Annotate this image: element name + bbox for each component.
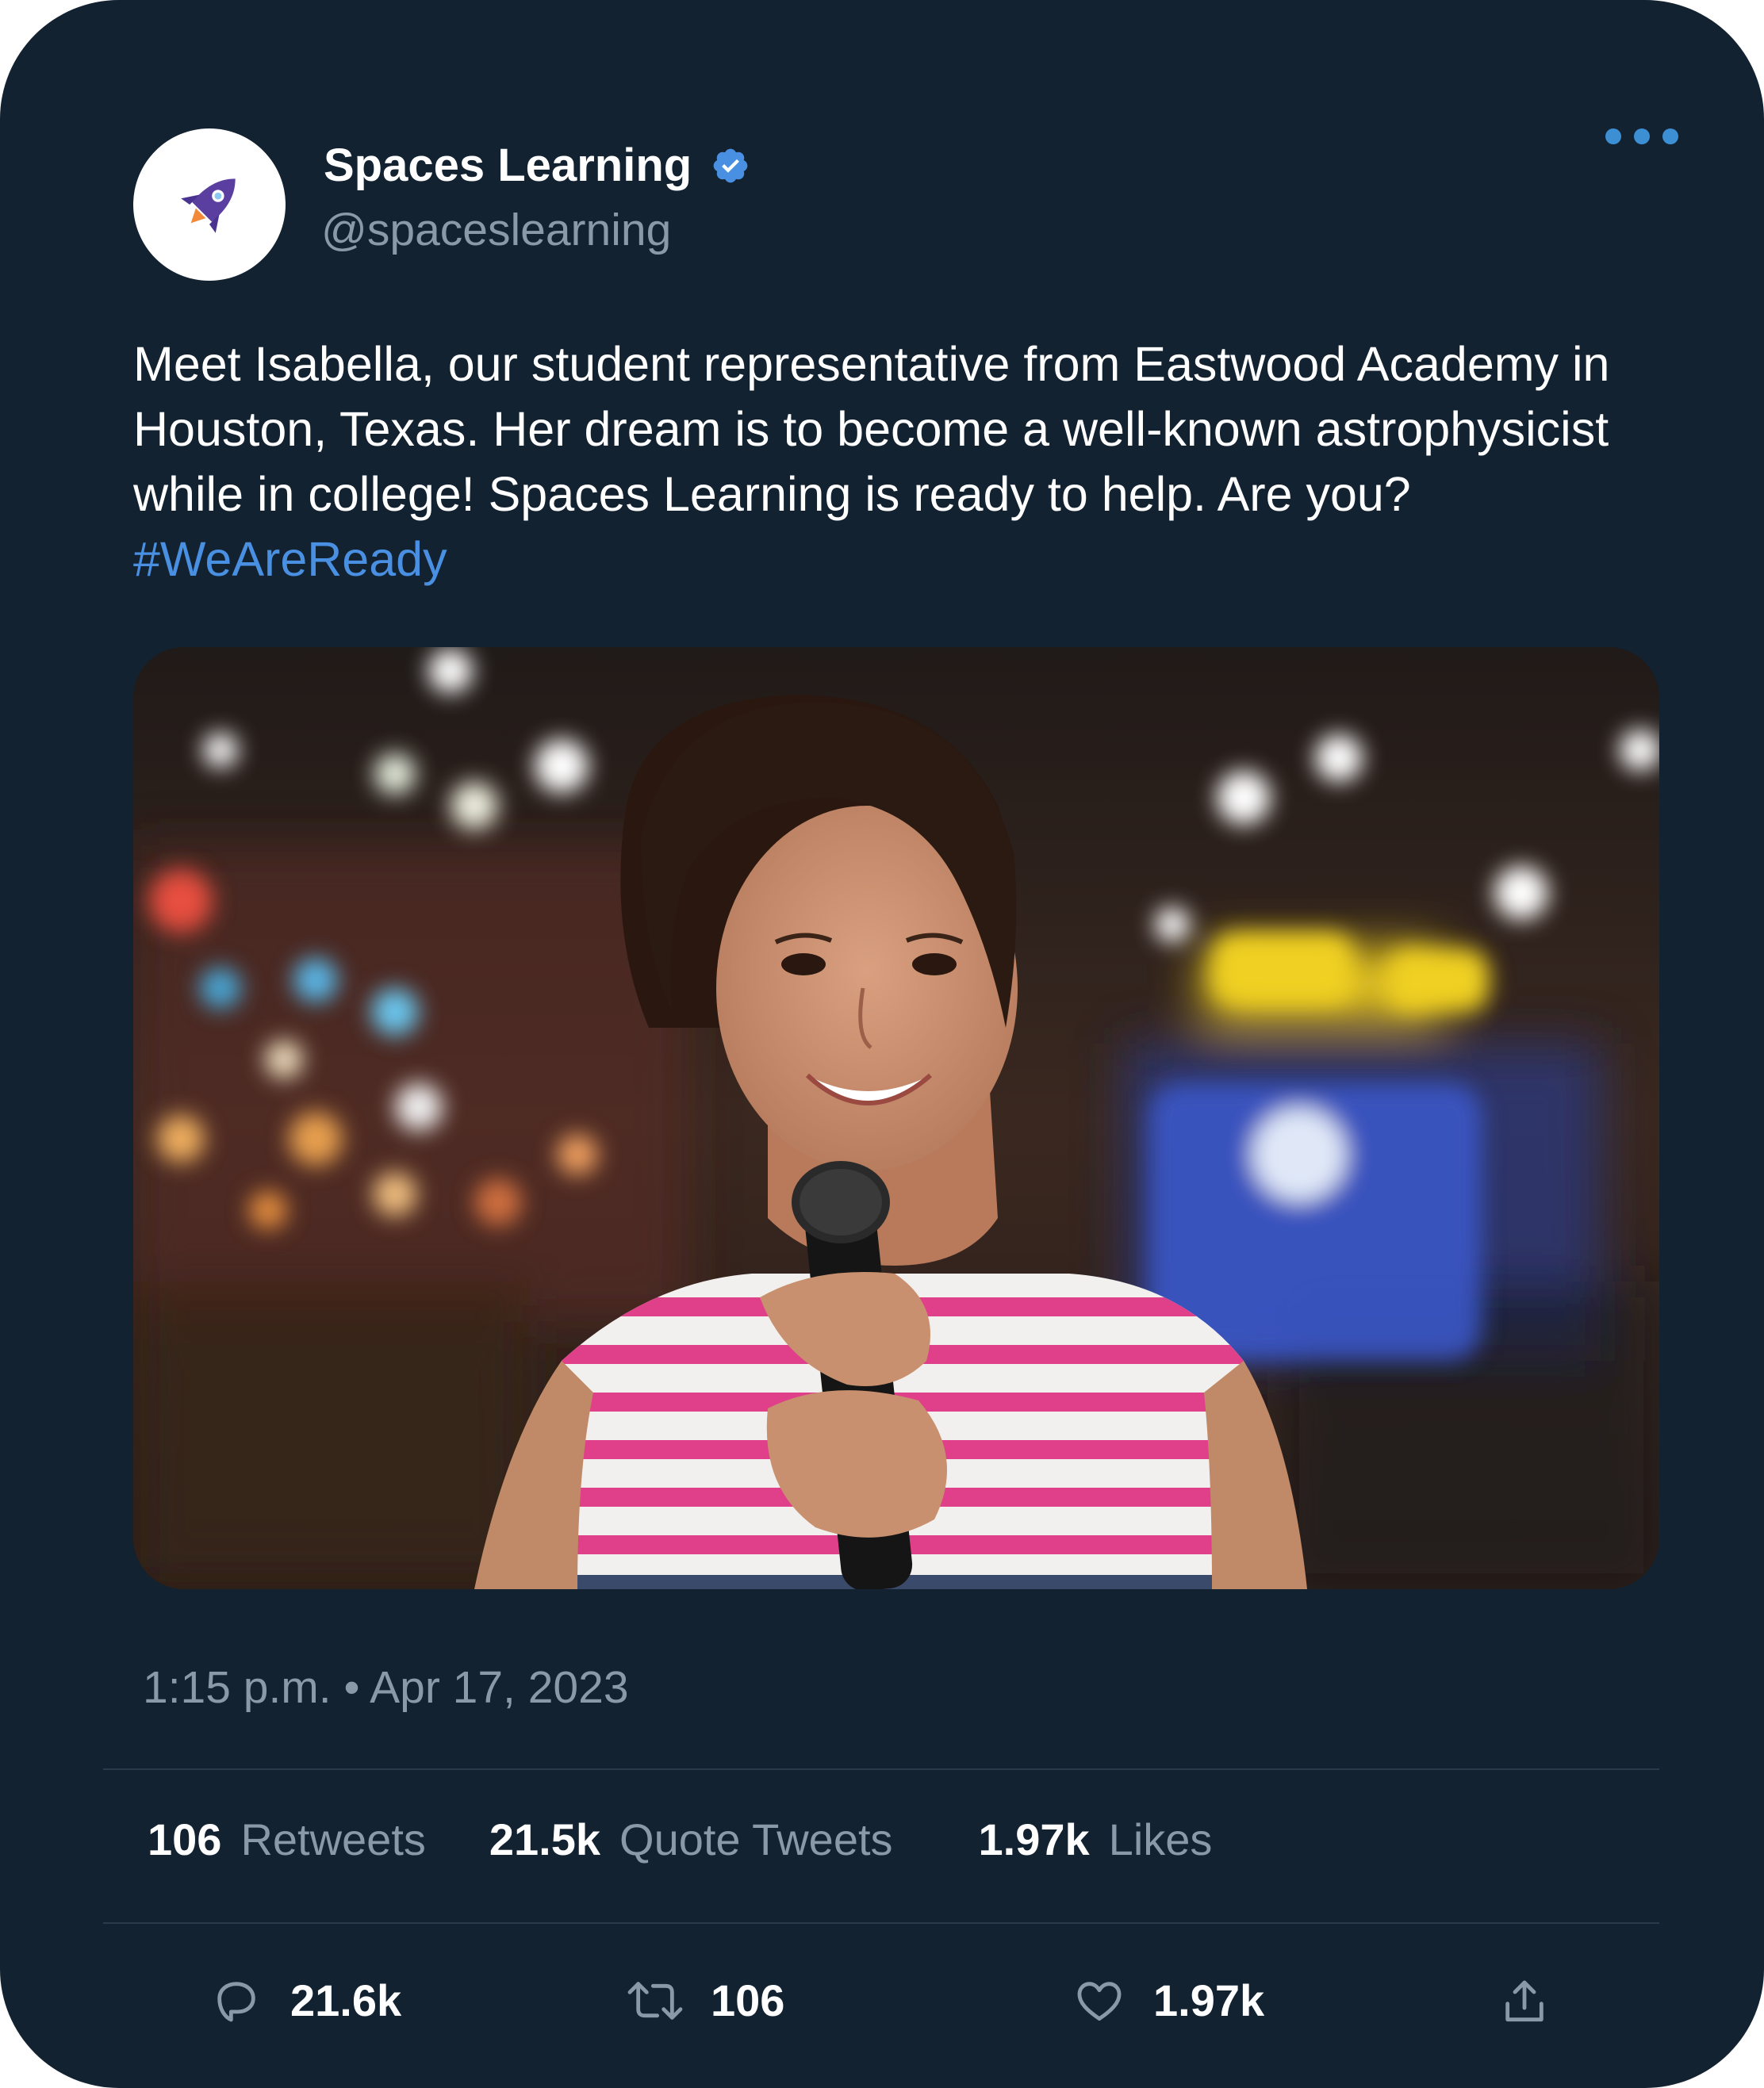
tweet-timestamp[interactable]: 1:15 p.m. • Apr 17, 2023 — [143, 1665, 629, 1711]
retweet-count: 106 — [711, 1975, 785, 2025]
author-display-name[interactable]: Spaces Learning — [324, 143, 692, 189]
author-handle[interactable]: @spaceslearning — [321, 208, 671, 253]
quote-tweets-label: Quote Tweets — [619, 1814, 893, 1864]
retweets-label: Retweets — [240, 1814, 426, 1864]
reply-button[interactable]: 21.6k — [211, 1975, 401, 2026]
retweets-stat[interactable]: 106 Retweets — [148, 1818, 426, 1862]
verified-badge-icon — [713, 148, 748, 183]
like-count: 1.97k — [1153, 1975, 1265, 2025]
tweet-body: Meet Isabella, our student representativ… — [133, 337, 1610, 521]
more-options-icon[interactable] — [1605, 124, 1678, 149]
quote-tweets-count: 21.5k — [489, 1814, 601, 1864]
share-icon — [1505, 1980, 1544, 2022]
likes-label: Likes — [1108, 1814, 1213, 1864]
quote-tweets-stat[interactable]: 21.5k Quote Tweets — [489, 1818, 893, 1862]
tweet-card: Spaces Learning @spaceslearning Meet Isa… — [0, 0, 1764, 2088]
share-button[interactable] — [1499, 1975, 1550, 2029]
reply-icon — [217, 1981, 255, 2021]
tweet-media-photo[interactable] — [133, 647, 1659, 1589]
retweets-count: 106 — [148, 1814, 222, 1864]
likes-stat[interactable]: 1.97k Likes — [979, 1818, 1213, 1862]
avatar[interactable] — [133, 128, 286, 281]
heart-icon — [1077, 1981, 1122, 2021]
photo-student-with-microphone — [133, 647, 1659, 1589]
author-name-row: Spaces Learning — [324, 143, 750, 189]
like-button[interactable]: 1.97k — [1072, 1975, 1264, 2026]
divider — [103, 1922, 1659, 1924]
reply-count: 21.6k — [290, 1975, 402, 2025]
retweet-button[interactable]: 106 — [623, 1975, 784, 2026]
action-bar: 21.6k 106 1.97k — [0, 1975, 1764, 2038]
rocket-icon — [181, 178, 236, 233]
hashtag-link[interactable]: #WeAreReady — [133, 532, 447, 586]
engagement-stats: 106 Retweets 21.5k Quote Tweets 1.97k Li… — [148, 1818, 1212, 1862]
divider — [103, 1768, 1659, 1770]
tweet-text: Meet Isabella, our student representativ… — [133, 331, 1656, 592]
likes-count: 1.97k — [978, 1814, 1090, 1864]
retweet-icon — [627, 1981, 683, 2020]
